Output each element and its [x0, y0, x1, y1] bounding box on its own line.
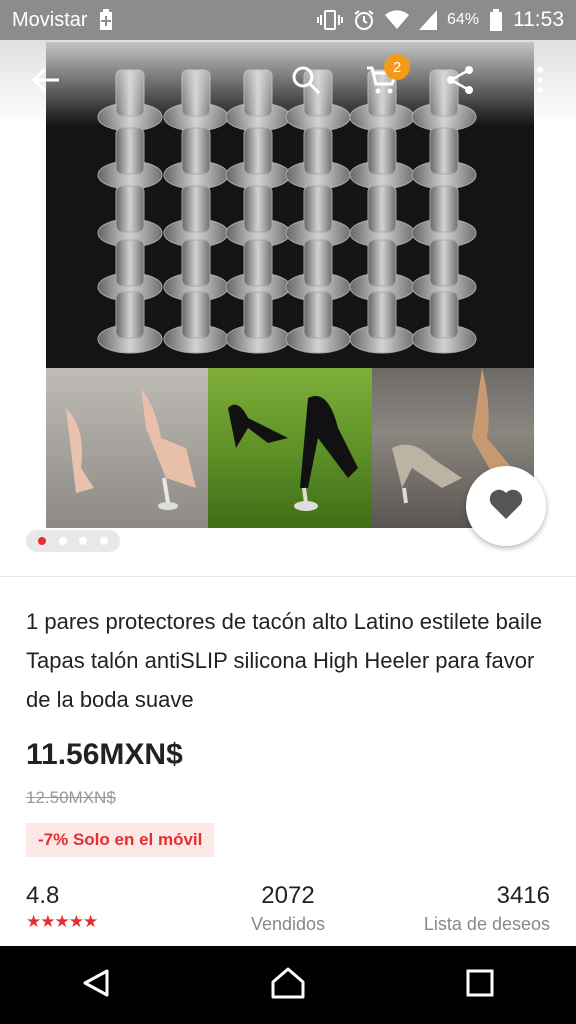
search-button[interactable]: [284, 60, 328, 104]
nav-home-button[interactable]: [258, 955, 318, 1015]
product-price: 11.56MXN$: [26, 738, 183, 771]
pagination-dot: [99, 537, 108, 545]
recents-square-icon: [466, 969, 494, 1002]
wishlist-count: 3416: [496, 882, 550, 909]
photo-nude-heels: [46, 368, 208, 528]
nav-back-button[interactable]: [66, 955, 126, 1015]
system-navigation-bar: [0, 946, 576, 1024]
status-bar: Movistar 64% 11:53: [0, 0, 576, 40]
product-photo-usage: [46, 368, 534, 528]
original-price: 12.50MXN$: [26, 788, 116, 807]
carrier-name: Movistar: [12, 8, 88, 31]
wishlist-button[interactable]: [466, 466, 546, 546]
back-arrow-icon: [31, 67, 61, 98]
cart-count-badge: 2: [384, 54, 410, 80]
vibrate-icon: [316, 10, 343, 30]
clock: 11:53: [513, 8, 564, 31]
back-button[interactable]: [24, 60, 68, 104]
sold-block: 2072 Vendidos: [248, 882, 328, 935]
cart-button[interactable]: 2: [360, 54, 410, 104]
sold-label: Vendidos: [250, 914, 326, 934]
pagination-dot: [58, 537, 67, 545]
nav-recents-button[interactable]: [450, 955, 510, 1015]
rating-block[interactable]: 4.8 ★★★★★: [26, 882, 98, 932]
pagination-dot: [38, 537, 47, 545]
share-button[interactable]: [438, 60, 482, 104]
search-icon: [291, 65, 321, 100]
wifi-icon: [384, 10, 409, 30]
more-options-button[interactable]: [518, 60, 562, 104]
home-icon: [271, 967, 305, 1004]
top-toolbar: 2: [0, 40, 576, 126]
battery-saver-icon: [98, 9, 114, 31]
mobile-discount-badge: -7% Solo en el móvil: [26, 823, 215, 857]
heart-icon: [488, 488, 524, 525]
product-title: 1 pares protectores de tacón alto Latino…: [26, 609, 543, 712]
share-icon: [445, 65, 475, 100]
signal-icon: [418, 10, 437, 30]
battery-percent: 64%: [446, 11, 479, 28]
section-divider: [0, 576, 576, 577]
back-triangle-icon: [81, 968, 111, 1003]
pagination-dot: [79, 537, 88, 545]
rating-stars-icon: ★★★★★: [26, 912, 98, 931]
sold-count: 2072: [261, 882, 315, 909]
more-vertical-icon: [536, 66, 544, 99]
rating-value: 4.8: [26, 882, 60, 909]
gallery-pagination: [26, 530, 120, 552]
wishlist-label: Lista de deseos: [423, 914, 550, 934]
battery-icon: [489, 9, 503, 31]
alarm-icon: [353, 9, 375, 31]
wishlist-block: 3416 Lista de deseos: [424, 882, 550, 935]
product-stats: 4.8 ★★★★★ 2072 Vendidos 3416 Lista de de…: [26, 882, 550, 942]
photo-black-heels-grass: [208, 368, 372, 528]
